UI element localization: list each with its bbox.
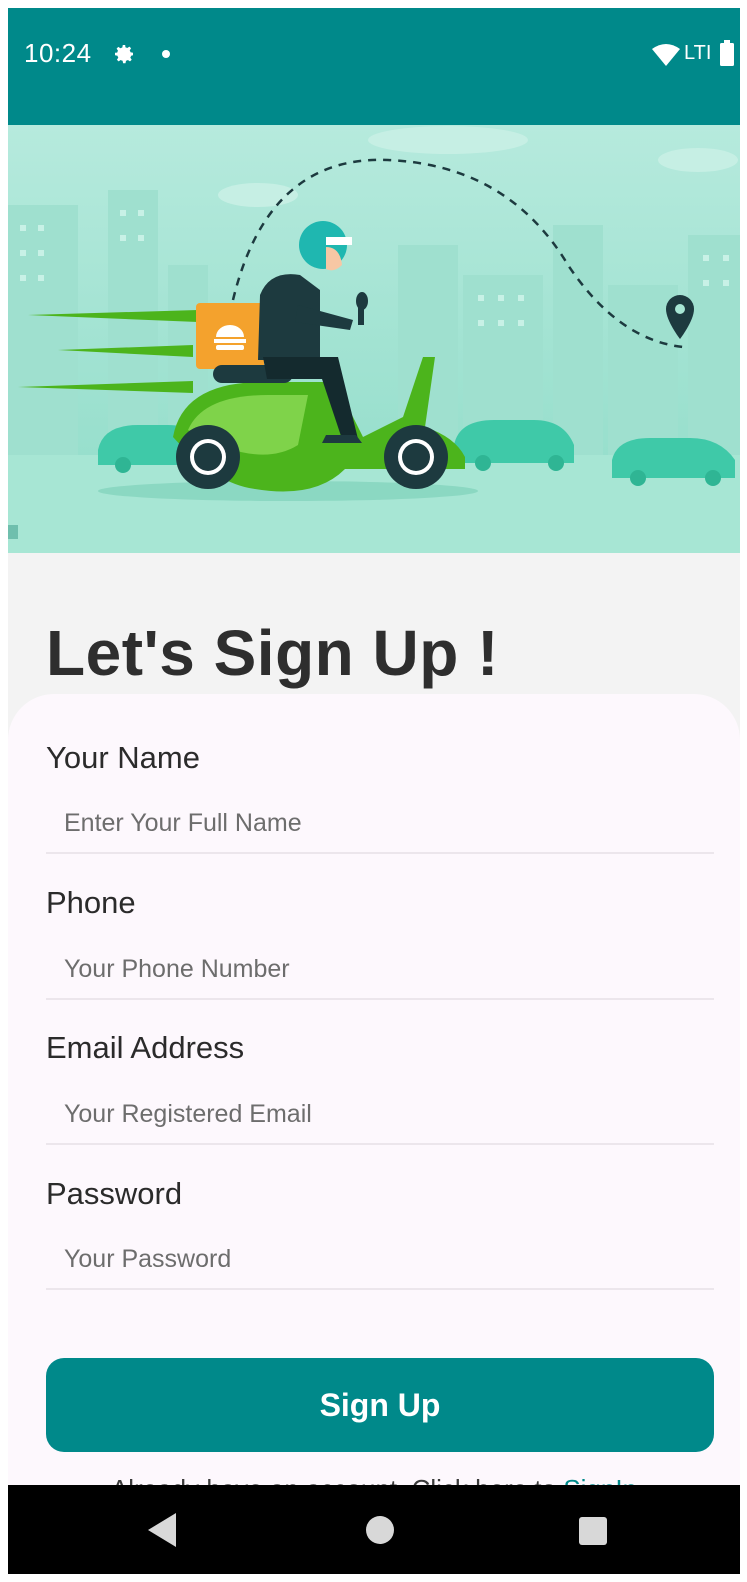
delivery-scooter-illustration bbox=[8, 125, 740, 553]
home-icon[interactable] bbox=[366, 1516, 394, 1544]
app-screen: 10:24 LTI Let's Sign Up ! Your Name Ente… bbox=[8, 8, 740, 1574]
status-bar: 10:24 LTI bbox=[8, 8, 740, 125]
email-label: Email Address bbox=[46, 1030, 245, 1065]
hero-illustration bbox=[8, 125, 740, 553]
signup-form: Your Name Phone Email Address Password S… bbox=[8, 694, 740, 1574]
page-title: Let's Sign Up ! bbox=[46, 617, 499, 689]
email-input[interactable] bbox=[46, 1085, 714, 1145]
phone-input[interactable] bbox=[46, 940, 714, 1000]
wifi-icon bbox=[652, 44, 680, 66]
gear-icon bbox=[115, 45, 133, 64]
navigation-bar bbox=[8, 1485, 740, 1574]
phone-label: Phone bbox=[46, 885, 136, 920]
password-label: Password bbox=[46, 1176, 183, 1211]
dot-icon bbox=[162, 50, 170, 58]
password-input[interactable] bbox=[46, 1230, 714, 1290]
name-label: Your Name bbox=[46, 740, 200, 775]
network-label: LTI bbox=[684, 42, 712, 64]
signup-button[interactable]: Sign Up bbox=[46, 1358, 714, 1452]
status-time: 10:24 bbox=[24, 38, 92, 68]
back-icon[interactable] bbox=[148, 1513, 178, 1547]
recents-icon[interactable] bbox=[579, 1517, 607, 1545]
name-input[interactable] bbox=[46, 794, 714, 854]
battery-icon bbox=[720, 40, 734, 66]
